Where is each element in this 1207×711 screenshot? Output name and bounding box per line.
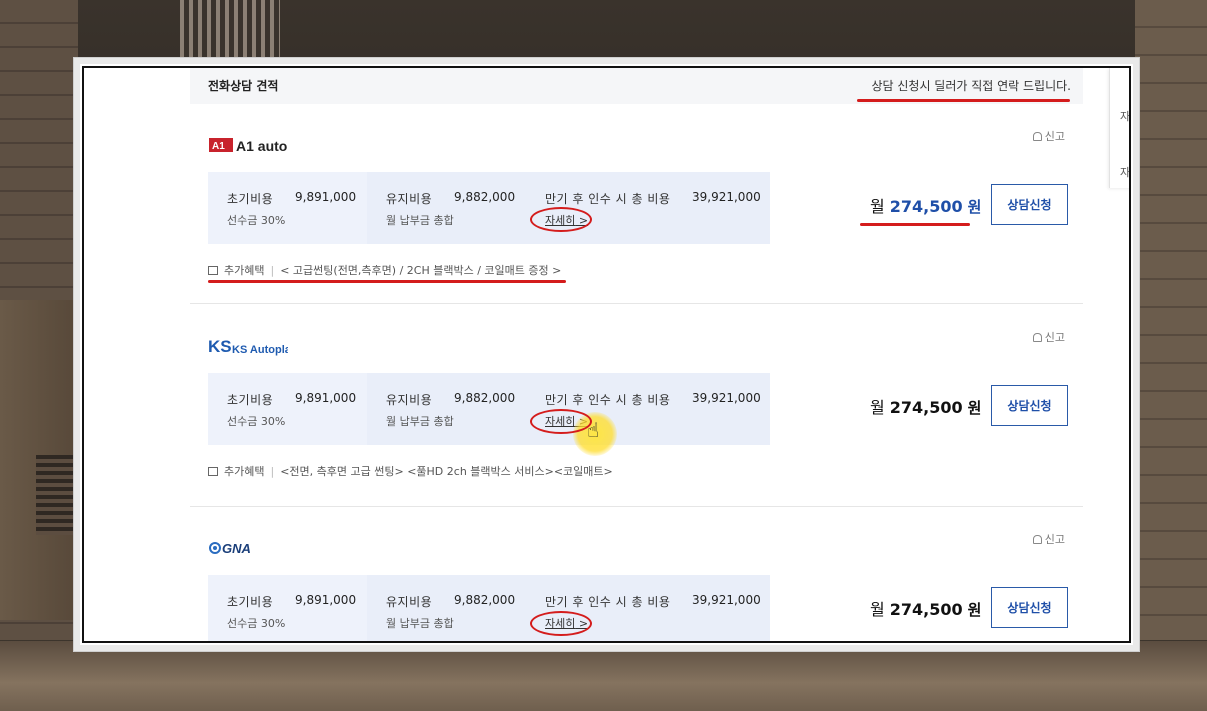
a1auto-logo-icon: A1 A1 auto — [209, 138, 287, 154]
maturity-cost-label: 만기 후 인수 시 총 비용 — [545, 192, 671, 206]
hand-cursor-icon: ☝ — [587, 418, 600, 442]
quote-row: GNA 신고 초기비용 9,891,000 선수금 30% 유지비용 9,882… — [190, 507, 1083, 641]
cost-summary: 초기비용 9,891,000 선수금 30% 유지비용 9,882,000 월 … — [208, 373, 770, 445]
extra-benefit-text: < 고급썬팅(전면,측후면) / 2CH 블랙박스 / 코일매트 증정 > — [280, 264, 562, 277]
deposit-label: 선수금 30% — [227, 214, 286, 227]
maturity-cost-value: 39,921,000 — [692, 391, 761, 405]
cost-summary: 초기비용 9,891,000 선수금 30% 유지비용 9,882,000 월 … — [208, 575, 770, 641]
bell-icon — [1032, 534, 1042, 544]
initial-cost-cell: 초기비용 9,891,000 선수금 30% — [208, 575, 367, 641]
report-link[interactable]: 신고 — [1032, 329, 1065, 345]
annotation-circle — [530, 611, 592, 636]
page-title: 전화상담 견적 — [208, 79, 279, 93]
monthly-price-value: 274,500 — [889, 600, 963, 619]
side-panel-item[interactable]: 자동 — [1120, 164, 1129, 180]
month-prefix: 월 — [870, 398, 885, 417]
report-label: 신고 — [1044, 331, 1065, 344]
dealer-logo-a1auto: A1 A1 auto — [208, 134, 288, 156]
dealer-logo-gna: GNA — [208, 537, 268, 559]
bell-icon — [1032, 332, 1042, 342]
svg-text:GNA: GNA — [222, 541, 251, 556]
report-link[interactable]: 신고 — [1032, 128, 1065, 144]
annotation-underline — [857, 99, 1070, 102]
extra-benefit-label: 추가혜택 — [224, 465, 265, 478]
quote-row: A1 A1 auto 신고 초기비용 9,891,000 선수금 30% 유지비… — [190, 104, 1083, 304]
maturity-cost-label: 만기 후 인수 시 총 비용 — [545, 595, 671, 609]
maintenance-cost-value: 9,882,000 — [454, 593, 516, 607]
annotation-underline — [208, 280, 566, 283]
monthly-total-label: 월 납부금 총합 — [386, 617, 454, 630]
maintenance-cost-label: 유지비용 — [386, 192, 433, 206]
won-unit: 원 — [967, 399, 982, 417]
svg-text:KS: KS — [208, 337, 232, 356]
separator: | — [270, 263, 275, 277]
initial-cost-cell: 초기비용 9,891,000 선수금 30% — [208, 172, 367, 244]
monthly-total-label: 월 납부금 총합 — [386, 214, 454, 227]
extra-benefit-label: 추가혜택 — [224, 264, 265, 277]
maintenance-cost-cell: 유지비용 9,882,000 월 납부금 총합 — [367, 575, 526, 641]
report-label: 신고 — [1044, 130, 1065, 143]
initial-cost-value: 9,891,000 — [295, 190, 357, 204]
initial-cost-value: 9,891,000 — [295, 391, 357, 405]
quote-window: 자동 자동 전화상담 견적 상담 신청시 딜러가 직접 연락 드립니다. A1 … — [74, 58, 1139, 651]
svg-text:A1 auto: A1 auto — [236, 138, 287, 154]
cost-summary: 초기비용 9,891,000 선수금 30% 유지비용 9,882,000 월 … — [208, 172, 770, 244]
monthly-price: 월 274,500 원 — [870, 596, 981, 620]
side-panel-item[interactable]: 자동 — [1120, 108, 1129, 124]
maturity-cost-value: 39,921,000 — [692, 593, 761, 607]
apply-consult-button[interactable]: 상담신청 — [991, 385, 1068, 426]
maintenance-cost-label: 유지비용 — [386, 595, 433, 609]
quote-row: KS KS Autoplan 신고 초기비용 9,891,000 선수금 30%… — [190, 305, 1083, 507]
apply-consult-button[interactable]: 상담신청 — [991, 184, 1068, 225]
annotation-underline — [860, 223, 970, 226]
maintenance-cost-value: 9,882,000 — [454, 391, 516, 405]
initial-cost-label: 초기비용 — [227, 595, 274, 609]
extra-benefit: 추가혜택 | < 고급썬팅(전면,측후면) / 2CH 블랙박스 / 코일매트 … — [208, 262, 561, 278]
ksautoplan-logo-icon: KS KS Autoplan — [208, 337, 288, 356]
initial-cost-label: 초기비용 — [227, 393, 274, 407]
svg-text:A1: A1 — [212, 141, 225, 152]
extra-benefit: 추가혜택 | <전면, 측후면 고급 썬팅> <풀HD 2ch 블랙박스 서비스… — [208, 463, 613, 479]
monthly-price: 월 274,500 원 — [870, 394, 981, 418]
quote-content: 자동 자동 전화상담 견적 상담 신청시 딜러가 직접 연락 드립니다. A1 … — [84, 68, 1129, 641]
dealer-logo-ksautoplan: KS KS Autoplan — [208, 335, 288, 357]
deposit-label: 선수금 30% — [227, 415, 286, 428]
separator: | — [270, 464, 275, 478]
maturity-cost-value: 39,921,000 — [692, 190, 761, 204]
maintenance-cost-value: 9,882,000 — [454, 190, 516, 204]
month-prefix: 월 — [870, 600, 885, 619]
annotation-circle — [530, 207, 592, 232]
report-link[interactable]: 신고 — [1032, 531, 1065, 547]
monthly-price-value: 274,500 — [889, 197, 963, 216]
initial-cost-cell: 초기비용 9,891,000 선수금 30% — [208, 373, 367, 445]
won-unit: 원 — [967, 198, 982, 216]
side-panel: 자동 자동 — [1109, 68, 1129, 188]
initial-cost-label: 초기비용 — [227, 192, 274, 206]
won-unit: 원 — [967, 601, 982, 619]
maturity-cost-label: 만기 후 인수 시 총 비용 — [545, 393, 671, 407]
initial-cost-value: 9,891,000 — [295, 593, 357, 607]
header-note: 상담 신청시 딜러가 직접 연락 드립니다. — [871, 79, 1071, 93]
svg-text:KS Autoplan: KS Autoplan — [232, 344, 288, 356]
bell-icon — [1032, 131, 1042, 141]
gna-logo-icon: GNA — [209, 541, 251, 556]
report-label: 신고 — [1044, 533, 1065, 546]
maintenance-cost-label: 유지비용 — [386, 393, 433, 407]
maintenance-cost-cell: 유지비용 9,882,000 월 납부금 총합 — [367, 172, 526, 244]
apply-consult-button[interactable]: 상담신청 — [991, 587, 1068, 628]
row-divider — [190, 303, 1083, 304]
gift-icon — [208, 466, 218, 476]
monthly-price-value: 274,500 — [889, 398, 963, 417]
deposit-label: 선수금 30% — [227, 617, 286, 630]
annotation-circle — [530, 409, 592, 434]
monthly-price: 월 274,500 원 — [870, 193, 981, 217]
gift-icon — [208, 265, 218, 275]
month-prefix: 월 — [870, 197, 885, 216]
maintenance-cost-cell: 유지비용 9,882,000 월 납부금 총합 — [367, 373, 526, 445]
monthly-total-label: 월 납부금 총합 — [386, 415, 454, 428]
extra-benefit-text: <전면, 측후면 고급 썬팅> <풀HD 2ch 블랙박스 서비스><코일매트> — [280, 465, 613, 478]
